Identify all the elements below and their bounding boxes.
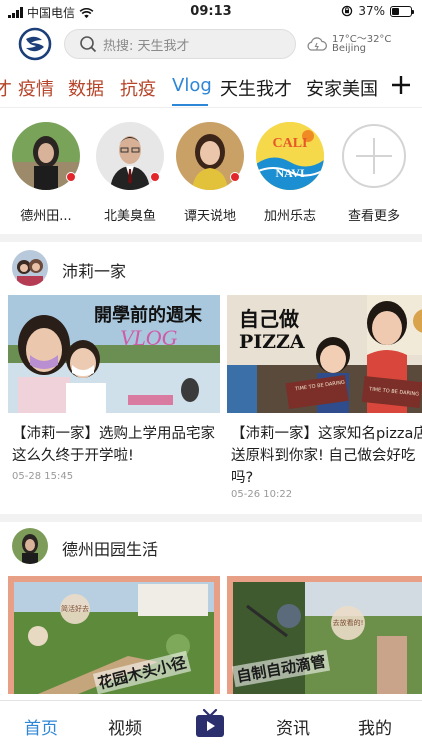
active-tab-indicator <box>172 104 208 106</box>
nav-video[interactable]: 视频 <box>108 714 142 739</box>
thumbnail-caption-2: PIZZA <box>239 331 305 353</box>
view-more-creators[interactable]: 查看更多 <box>336 118 412 226</box>
creator-label: 北美臭鱼 <box>103 209 156 224</box>
live-dot <box>230 172 240 182</box>
search-icon <box>80 36 97 53</box>
author-avatar <box>12 250 48 286</box>
nav-home[interactable]: 首页 <box>24 714 58 739</box>
author-avatar <box>12 528 48 564</box>
plus-circle-icon <box>342 124 406 188</box>
thumbnail-caption: 自己做 <box>239 307 299 331</box>
thumbnail-caption: 開學前的週末 <box>94 305 202 326</box>
author-name: 沛莉一家 <box>62 262 127 281</box>
author-name: 德州田园生活 <box>62 540 159 559</box>
bottom-nav: 首页 视频 资讯 我的 <box>0 700 422 750</box>
tab-vlog[interactable]: Vlog <box>172 75 212 96</box>
video-thumbnail: 去放看的! 自制自动滴管 <box>227 576 422 694</box>
status-bar: 中国电信 09:13 37% <box>0 0 422 24</box>
featured-creators: 德州田... 北美臭鱼 谭天说地 CALI NAVI 加州乐志 查看更多 <box>0 118 422 228</box>
video-date: 05-28 15:45 <box>12 471 74 482</box>
tab-partial[interactable]: 才 <box>0 75 12 101</box>
creator-label: 谭天说地 <box>183 209 236 224</box>
cloud-icon <box>307 37 328 51</box>
tab-yiqing[interactable]: 疫情 <box>18 75 54 101</box>
nav-mine[interactable]: 我的 <box>358 714 392 739</box>
section-header-1[interactable]: 沛莉一家 <box>0 244 422 292</box>
thumbnail-stamp: 简活好去 <box>60 594 90 624</box>
live-dot <box>150 172 160 182</box>
weather-widget[interactable]: 17°C～32°C Beijing <box>306 30 418 60</box>
search-bar[interactable]: 热搜: 天生我才 <box>64 29 296 59</box>
video-title: 【沛莉一家】这家知名pizza店送原料到你家! 自己做会好吃吗? <box>231 426 422 486</box>
tab-kangyi[interactable]: 抗疫 <box>120 75 156 101</box>
nav-news[interactable]: 资讯 <box>276 714 310 739</box>
creator-2[interactable]: 北美臭鱼 <box>92 118 168 226</box>
orientation-lock-icon <box>342 5 353 17</box>
top-header: 热搜: 天生我才 17°C～32°C Beijing <box>0 24 422 64</box>
battery-percent: 37% <box>358 4 385 18</box>
app-screen: 中国电信 09:13 37% 热搜: 天生我才 17°C～32°C Beijin… <box>0 0 422 750</box>
video-thumbnail: 简活好去 花园木头小径 <box>8 576 220 694</box>
creator-3[interactable]: 谭天说地 <box>172 118 248 226</box>
thumbnail-script: VLOG <box>120 325 178 350</box>
video-thumbnail: 自己做 PIZZA TIME TO BE DARING TIME TO BE D… <box>227 295 422 413</box>
app-logo[interactable] <box>18 27 52 61</box>
weather-city: Beijing <box>332 43 367 54</box>
channel-tabs: 才 疫情 数据 抗疫 Vlog 天生我才 安家美国 <box>0 68 422 108</box>
creator-avatar: CALI NAVI <box>256 122 324 190</box>
status-right: 37% <box>341 4 414 18</box>
search-placeholder: 热搜: 天生我才 <box>103 38 190 54</box>
video-thumbnail: 開學前的週末 VLOG <box>8 295 220 413</box>
thumbnail-stamp: 去放看的! <box>331 606 365 640</box>
tab-anjia[interactable]: 安家美国 <box>306 75 378 101</box>
creator-label: 加州乐志 <box>263 209 316 224</box>
tv-icon[interactable] <box>193 707 227 741</box>
cali-text: CALI <box>272 136 308 151</box>
live-dot <box>66 172 76 182</box>
creator-label: 德州田... <box>20 209 72 224</box>
creator-1[interactable]: 德州田... <box>8 118 84 226</box>
video-title: 【沛莉一家】选购上学用品宅家这么久终于开学啦! <box>12 426 215 464</box>
section-divider <box>0 514 422 522</box>
tab-shuju[interactable]: 数据 <box>68 75 104 101</box>
tab-tiansheng[interactable]: 天生我才 <box>220 75 292 101</box>
battery-icon <box>390 5 414 17</box>
creator-4[interactable]: CALI NAVI 加州乐志 <box>252 118 328 226</box>
section-header-2[interactable]: 德州田园生活 <box>0 522 422 570</box>
video-date: 05-26 10:22 <box>231 489 293 500</box>
view-more-label: 查看更多 <box>347 209 400 224</box>
battery-fill <box>392 7 399 15</box>
navi-text: NAVI <box>275 166 305 180</box>
add-channel-icon[interactable] <box>390 74 412 96</box>
section-divider <box>0 234 422 242</box>
